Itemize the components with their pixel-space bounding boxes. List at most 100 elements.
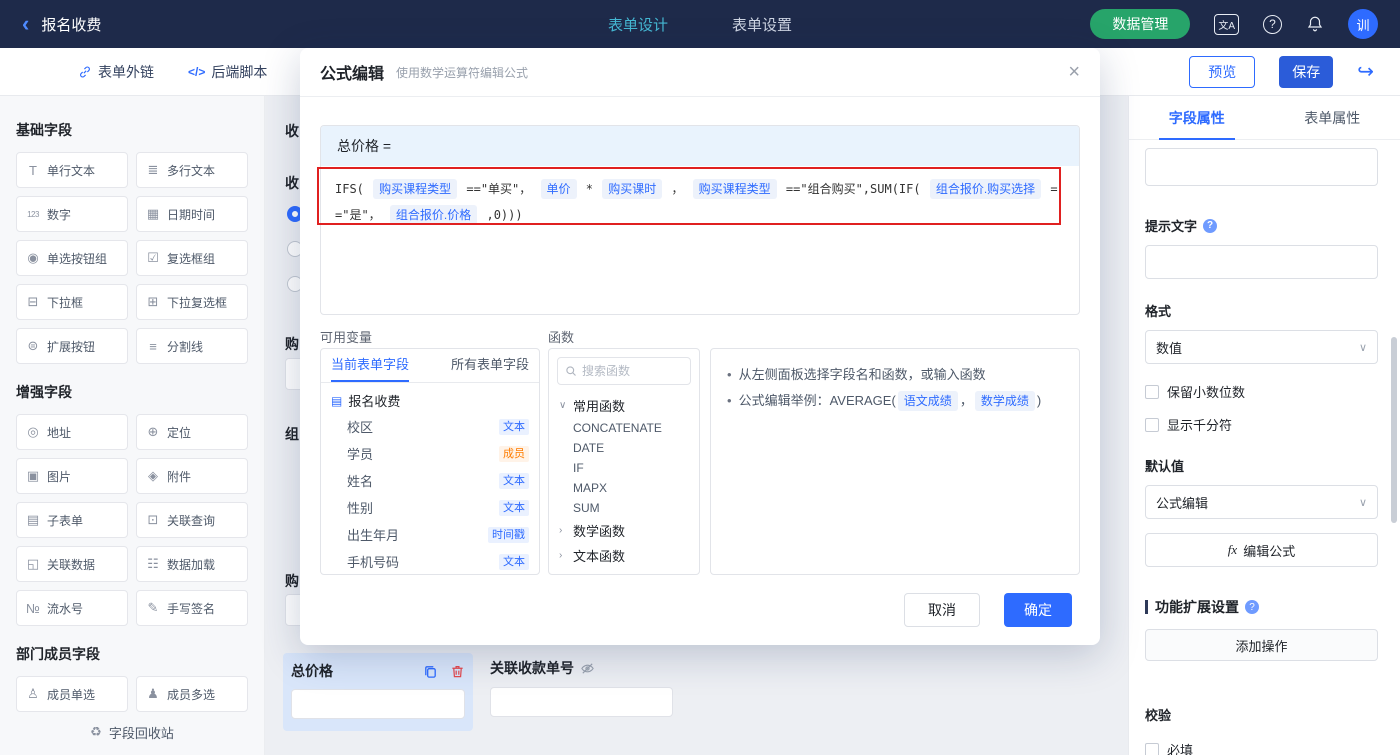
function-item[interactable]: MAPX	[549, 478, 699, 498]
field-type-button[interactable]: ◱ 关联数据	[16, 546, 128, 582]
variable-row[interactable]: 出生年月 时间戳	[321, 521, 539, 548]
formula-field-chip[interactable]: 购买课时	[602, 179, 663, 199]
hint-help-icon[interactable]: ?	[1203, 218, 1218, 233]
translate-icon[interactable]: 文A	[1214, 13, 1239, 35]
formula-field-chip[interactable]: 组合报价.价格	[389, 205, 478, 225]
variable-row[interactable]: 姓名 文本	[321, 467, 539, 494]
checkbox-unchecked[interactable]	[1145, 417, 1159, 432]
trash-icon[interactable]	[450, 664, 465, 679]
field-type-button[interactable]: ≣ 多行文本	[136, 152, 248, 188]
scrollbar-thumb[interactable]	[1391, 337, 1397, 523]
required-checkbox-row[interactable]: 必填	[1145, 740, 1378, 755]
field-recycle-bin-button[interactable]: ♻ 字段回收站	[0, 709, 264, 755]
related-receipt-field[interactable]: 关联收款单号	[490, 658, 675, 717]
variable-row[interactable]: 性别 文本	[321, 494, 539, 521]
function-search-box[interactable]	[557, 357, 691, 385]
formula-field-chip[interactable]: 组合报价.购买选择	[929, 179, 1042, 199]
field-type-button[interactable]: T 单行文本	[16, 152, 128, 188]
field-type-button[interactable]: ◈ 附件	[136, 458, 248, 494]
field-type-button[interactable]: ◎ 地址	[16, 414, 128, 450]
confirm-button[interactable]: 确定	[1004, 593, 1072, 627]
default-value-select[interactable]: 公式编辑 ∨	[1145, 485, 1378, 519]
field-type-button[interactable]: ⊟ 下拉框	[16, 284, 128, 320]
function-group-math[interactable]: › 数学函数	[549, 518, 699, 543]
form-external-link-button[interactable]: 表单外链	[78, 62, 154, 82]
tab-form-settings[interactable]: 表单设置	[732, 14, 792, 35]
variable-row[interactable]: 手机号码 文本	[321, 548, 539, 574]
related-receipt-input[interactable]	[490, 687, 673, 717]
function-group-text[interactable]: › 文本函数	[549, 543, 699, 568]
tab-field-properties[interactable]: 字段属性	[1129, 96, 1265, 140]
variable-name: 学员	[347, 447, 374, 462]
field-type-button[interactable]: ▣ 图片	[16, 458, 128, 494]
variable-row[interactable]: 学员 成员	[321, 440, 539, 467]
field-title-input[interactable]	[1145, 148, 1378, 186]
checkbox-unchecked[interactable]	[1145, 384, 1159, 399]
bullet: •	[727, 393, 732, 408]
edit-formula-label: 编辑公式	[1243, 543, 1296, 559]
formula-field-chip[interactable]: 购买课程类型	[692, 179, 777, 199]
field-type-button[interactable]: ☷ 数据加载	[136, 546, 248, 582]
function-search-input[interactable]	[582, 364, 683, 378]
field-type-button[interactable]: ⊞ 下拉复选框	[136, 284, 248, 320]
field-type-button[interactable]: ▦ 日期时间	[136, 196, 248, 232]
data-manage-button[interactable]: 数据管理	[1090, 9, 1191, 39]
tab-all-form-fields[interactable]: 所有表单字段	[451, 349, 529, 382]
backend-script-button[interactable]: </> 后端脚本	[188, 62, 267, 82]
edit-formula-button[interactable]: fx 编辑公式	[1145, 533, 1378, 567]
add-action-button[interactable]: 添加操作	[1145, 629, 1378, 661]
function-item[interactable]: DATE	[549, 438, 699, 458]
form-tree-root[interactable]: ▤ 报名收费	[321, 383, 539, 413]
field-type-button[interactable]: 123 数字	[16, 196, 128, 232]
function-item[interactable]: SUM	[549, 498, 699, 518]
function-item[interactable]: IF	[549, 458, 699, 478]
function-item[interactable]: CONCATENATE	[549, 418, 699, 438]
total-price-input[interactable]	[291, 689, 465, 719]
field-type-button[interactable]: ⊡ 关联查询	[136, 502, 248, 538]
cancel-button[interactable]: 取消	[904, 593, 980, 627]
field-type-button[interactable]: ◉ 单选按钮组	[16, 240, 128, 276]
checkbox-unchecked[interactable]	[1145, 742, 1159, 755]
field-type-button[interactable]: ♙ 成员单选	[16, 676, 128, 712]
function-group-label: 数学函数	[573, 524, 626, 539]
field-type-button[interactable]: № 流水号	[16, 590, 128, 626]
variable-row[interactable]: 校区 文本	[321, 413, 539, 440]
field-type-button[interactable]: ⊜ 扩展按钮	[16, 328, 128, 364]
tab-current-form-fields[interactable]: 当前表单字段	[331, 349, 410, 382]
section-title-enhanced-fields: 增强字段	[16, 384, 72, 400]
function-group-common[interactable]: ∨ 常用函数	[549, 393, 699, 418]
formula-field-chip[interactable]: 单价	[540, 179, 577, 199]
help-icon[interactable]: ?	[1263, 14, 1282, 34]
field-type-icon: ⊟	[27, 294, 39, 309]
tab-form-design[interactable]: 表单设计	[608, 14, 668, 35]
field-type-button[interactable]: ☑ 复选框组	[136, 240, 248, 276]
format-select[interactable]: 数值 ∨	[1145, 330, 1378, 364]
avatar[interactable]: 训	[1348, 9, 1378, 39]
field-type-button[interactable]: ⊕ 定位	[136, 414, 248, 450]
field-type-button[interactable]: ♟ 成员多选	[136, 676, 248, 712]
keep-decimals-checkbox-row[interactable]: 保留小数位数	[1145, 382, 1378, 401]
field-type-button[interactable]: ▤ 子表单	[16, 502, 128, 538]
back-icon[interactable]: ‹	[22, 13, 29, 35]
modal-footer: 取消 确定	[904, 593, 1072, 627]
eye-off-icon[interactable]	[580, 661, 595, 676]
notification-bell-icon[interactable]	[1306, 15, 1324, 33]
save-button[interactable]: 保存	[1279, 55, 1334, 88]
formula-editor-area[interactable]: IFS( 购买课程类型 =="单买"， 单价 * 购买课时 ， 购买课程类型 =…	[321, 166, 1079, 238]
close-icon[interactable]: ×	[1068, 62, 1080, 82]
section-marker	[1145, 600, 1148, 614]
field-type-icon: ▤	[26, 512, 40, 527]
field-type-button[interactable]: ≡ 分割线	[136, 328, 248, 364]
total-price-field-card[interactable]: 总价格	[283, 653, 473, 731]
field-type-icon: ≡	[149, 338, 157, 354]
copy-icon[interactable]	[423, 664, 438, 679]
hint-text-input[interactable]	[1145, 245, 1378, 279]
thousands-separator-checkbox-row[interactable]: 显示千分符	[1145, 415, 1378, 434]
formula-field-chip[interactable]: 购买课程类型	[373, 179, 458, 199]
field-type-button[interactable]: ✎ 手写签名	[136, 590, 248, 626]
preview-button[interactable]: 预览	[1189, 55, 1256, 88]
extension-help-icon[interactable]: ?	[1245, 600, 1259, 614]
total-price-header: 总价格	[291, 661, 465, 681]
tab-form-properties[interactable]: 表单属性	[1265, 96, 1400, 139]
share-icon[interactable]: ↪	[1357, 59, 1374, 84]
